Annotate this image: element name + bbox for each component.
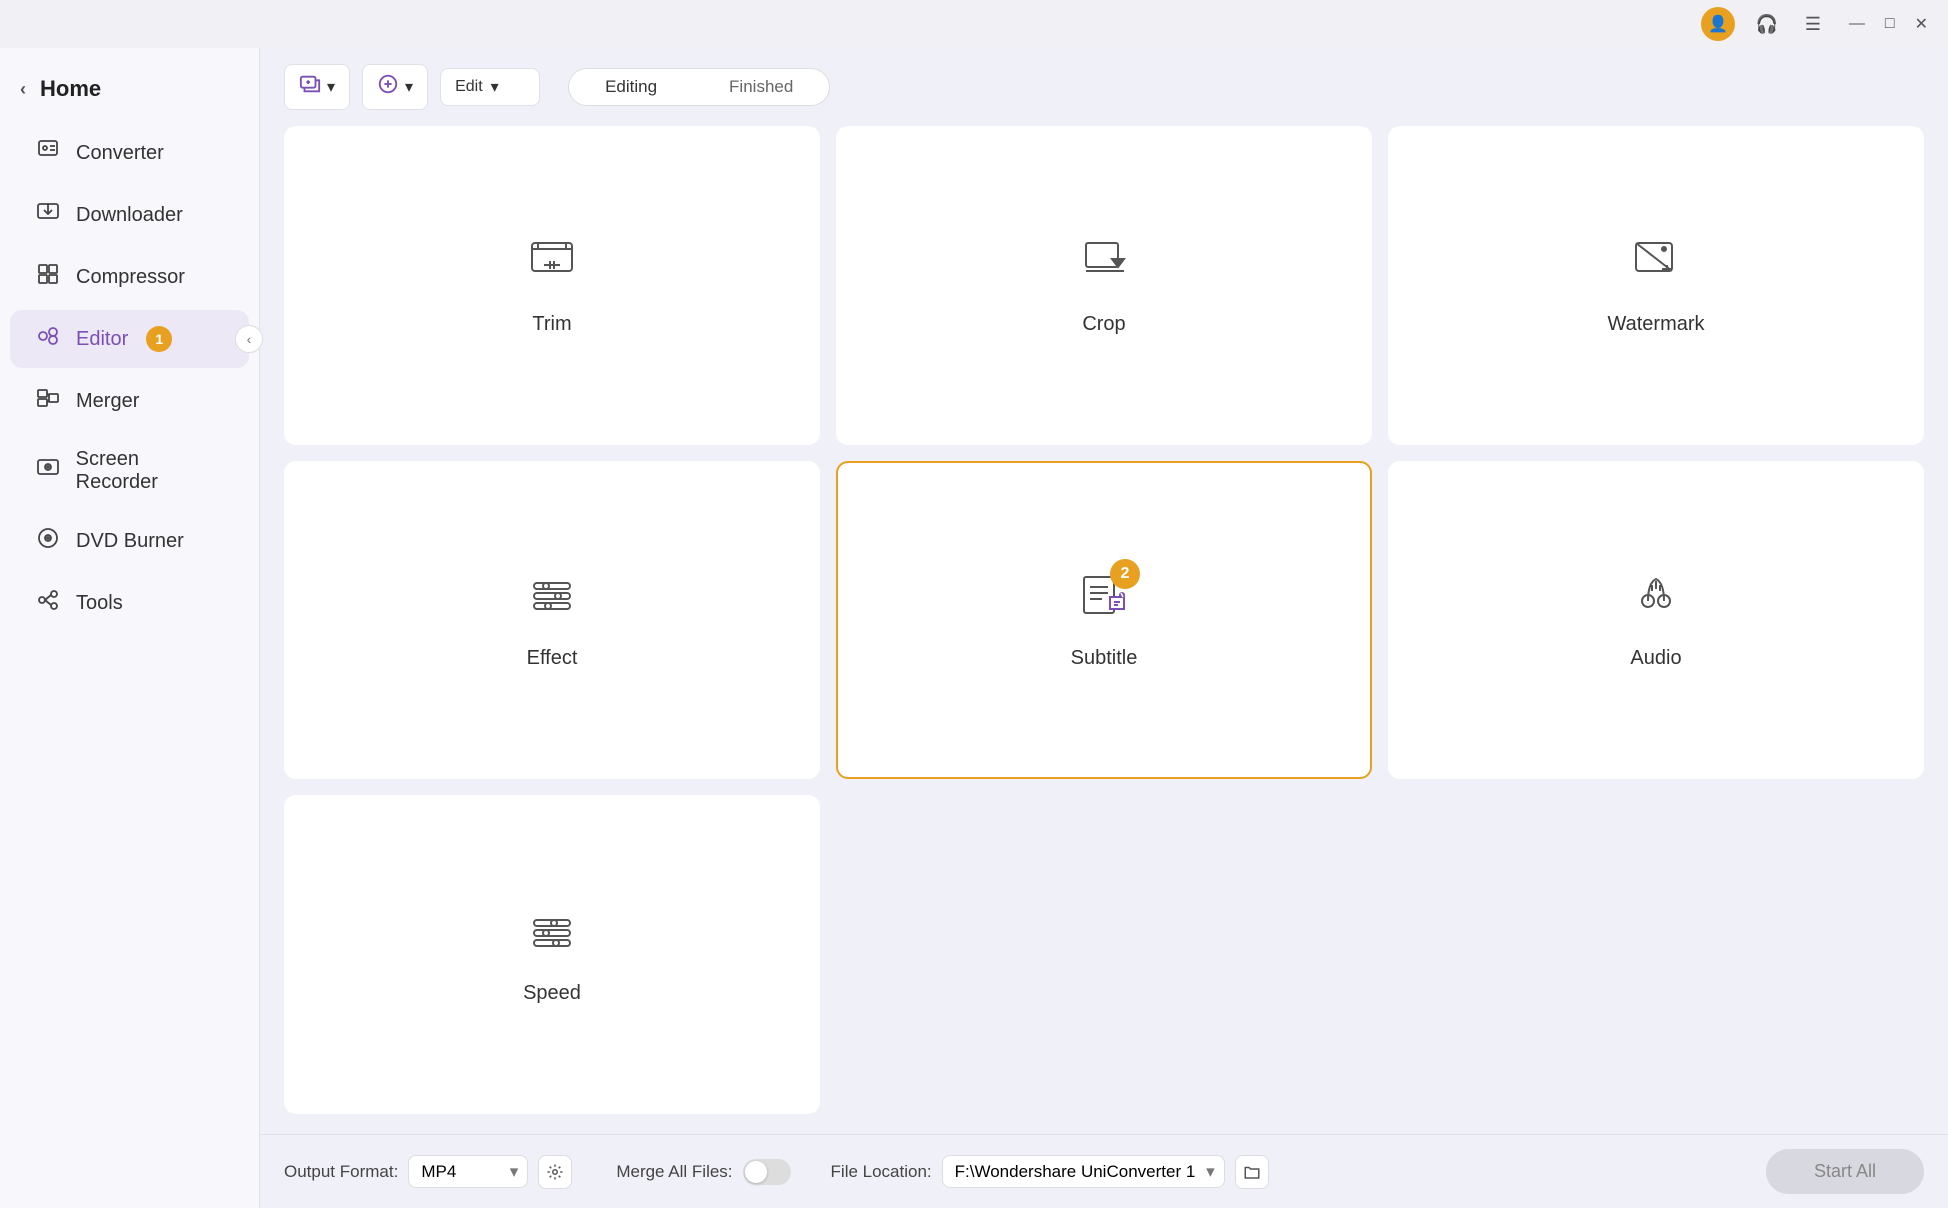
editor-card-speed[interactable]: Speed	[284, 795, 820, 1114]
sidebar-home[interactable]: ‹ Home	[0, 64, 259, 122]
effect-label: Effect	[527, 647, 578, 670]
compressor-label: Compressor	[76, 266, 185, 289]
app-layout: ‹ Home Converter	[0, 48, 1948, 1208]
merger-label: Merger	[76, 390, 139, 413]
editing-tabs: Editing Finished	[568, 68, 830, 106]
effect-icon	[526, 569, 578, 633]
output-format-field: Output Format: MP4 MKV AVI MOV	[284, 1155, 572, 1189]
converter-label: Converter	[76, 142, 164, 165]
sidebar-item-converter[interactable]: Converter	[10, 124, 249, 182]
add-file-icon	[299, 73, 321, 101]
add-more-button[interactable]: ▾	[362, 64, 428, 110]
minimize-button[interactable]: —	[1845, 11, 1869, 37]
downloader-icon	[34, 200, 62, 230]
editor-grid: Trim Crop	[260, 126, 1948, 1134]
menu-icon[interactable]: ☰	[1799, 10, 1827, 38]
subtitle-card-content: 2	[1078, 569, 1130, 647]
add-file-chevron: ▾	[327, 77, 335, 97]
screen-recorder-label: Screen Recorder	[76, 448, 225, 494]
trim-label: Trim	[532, 313, 571, 336]
edit-dropdown-label: Edit	[455, 78, 483, 96]
tools-icon	[34, 588, 62, 618]
sidebar-item-downloader[interactable]: Downloader	[10, 186, 249, 244]
file-location-select[interactable]: F:\Wondershare UniConverter 1	[942, 1155, 1225, 1188]
merge-all-label: Merge All Files:	[616, 1162, 732, 1182]
sidebar-item-dvd-burner[interactable]: DVD Burner	[10, 512, 249, 570]
file-location-browse-button[interactable]	[1235, 1155, 1269, 1189]
add-file-button[interactable]: ▾	[284, 64, 350, 110]
tab-finished[interactable]: Finished	[693, 69, 829, 105]
subtitle-badge: 2	[1110, 559, 1140, 589]
converter-icon	[34, 138, 62, 168]
editor-icon	[34, 324, 62, 354]
output-format-settings-button[interactable]	[538, 1155, 572, 1189]
edit-dropdown[interactable]: Edit ▾	[440, 68, 540, 106]
watermark-icon	[1630, 235, 1682, 299]
editor-card-watermark[interactable]: Watermark	[1388, 126, 1924, 445]
crop-label: Crop	[1082, 313, 1125, 336]
speed-label: Speed	[523, 982, 581, 1005]
crop-icon	[1078, 235, 1130, 299]
back-chevron-icon: ‹	[20, 79, 26, 100]
sidebar-item-editor[interactable]: Editor 1 ‹	[10, 310, 249, 368]
maximize-button[interactable]: □	[1881, 11, 1899, 37]
window-controls: — □ ✕	[1845, 10, 1932, 38]
headset-icon[interactable]: 🎧	[1753, 10, 1781, 38]
downloader-label: Downloader	[76, 204, 183, 227]
dvd-burner-label: DVD Burner	[76, 530, 184, 553]
tab-editing[interactable]: Editing	[569, 69, 693, 105]
avatar-icon: 👤	[1708, 14, 1728, 34]
edit-dropdown-chevron: ▾	[491, 77, 499, 97]
sidebar-item-tools[interactable]: Tools	[10, 574, 249, 632]
merge-all-toggle[interactable]	[743, 1159, 791, 1185]
editor-card-audio[interactable]: Audio	[1388, 461, 1924, 780]
sidebar-item-screen-recorder[interactable]: Screen Recorder	[10, 434, 249, 508]
title-bar-icons: 👤 🎧 ☰ — □ ✕	[1701, 7, 1932, 41]
editor-card-effect[interactable]: Effect	[284, 461, 820, 780]
close-button[interactable]: ✕	[1911, 10, 1932, 38]
tools-label: Tools	[76, 592, 123, 615]
file-location-select-wrapper: F:\Wondershare UniConverter 1	[942, 1155, 1225, 1188]
output-format-select-wrapper: MP4 MKV AVI MOV	[408, 1155, 528, 1188]
editor-card-trim[interactable]: Trim	[284, 126, 820, 445]
file-location-field: File Location: F:\Wondershare UniConvert…	[831, 1155, 1269, 1189]
audio-label: Audio	[1630, 647, 1681, 670]
bottom-bar: Output Format: MP4 MKV AVI MOV	[260, 1134, 1948, 1208]
editor-badge: 1	[146, 326, 172, 352]
dvd-burner-icon	[34, 526, 62, 556]
output-format-select[interactable]: MP4 MKV AVI MOV	[408, 1155, 528, 1188]
merger-icon	[34, 386, 62, 416]
file-location-label: File Location:	[831, 1162, 932, 1182]
sidebar: ‹ Home Converter	[0, 48, 260, 1208]
sidebar-collapse-button[interactable]: ‹	[235, 325, 263, 353]
add-more-icon	[377, 73, 399, 101]
sidebar-item-merger[interactable]: Merger	[10, 372, 249, 430]
start-all-button[interactable]: Start All	[1766, 1149, 1924, 1194]
editor-card-crop[interactable]: Crop	[836, 126, 1372, 445]
editor-card-subtitle[interactable]: 2 Subtitle	[836, 461, 1372, 780]
trim-icon	[526, 235, 578, 299]
audio-icon	[1630, 569, 1682, 633]
main-content: ▾ ▾ Edit ▾ Editing Finished	[260, 48, 1948, 1208]
merge-all-field: Merge All Files:	[616, 1159, 790, 1185]
compressor-icon	[34, 262, 62, 292]
speed-icon	[526, 904, 578, 968]
toolbar: ▾ ▾ Edit ▾ Editing Finished	[260, 48, 1948, 126]
editor-label: Editor	[76, 328, 128, 351]
subtitle-label: Subtitle	[1071, 647, 1138, 670]
output-format-label: Output Format:	[284, 1162, 398, 1182]
sidebar-item-compressor[interactable]: Compressor	[10, 248, 249, 306]
title-bar: 👤 🎧 ☰ — □ ✕	[0, 0, 1948, 48]
screen-recorder-icon	[34, 456, 62, 486]
add-more-chevron: ▾	[405, 77, 413, 97]
home-label: Home	[40, 76, 101, 102]
avatar-button[interactable]: 👤	[1701, 7, 1735, 41]
watermark-label: Watermark	[1607, 313, 1704, 336]
